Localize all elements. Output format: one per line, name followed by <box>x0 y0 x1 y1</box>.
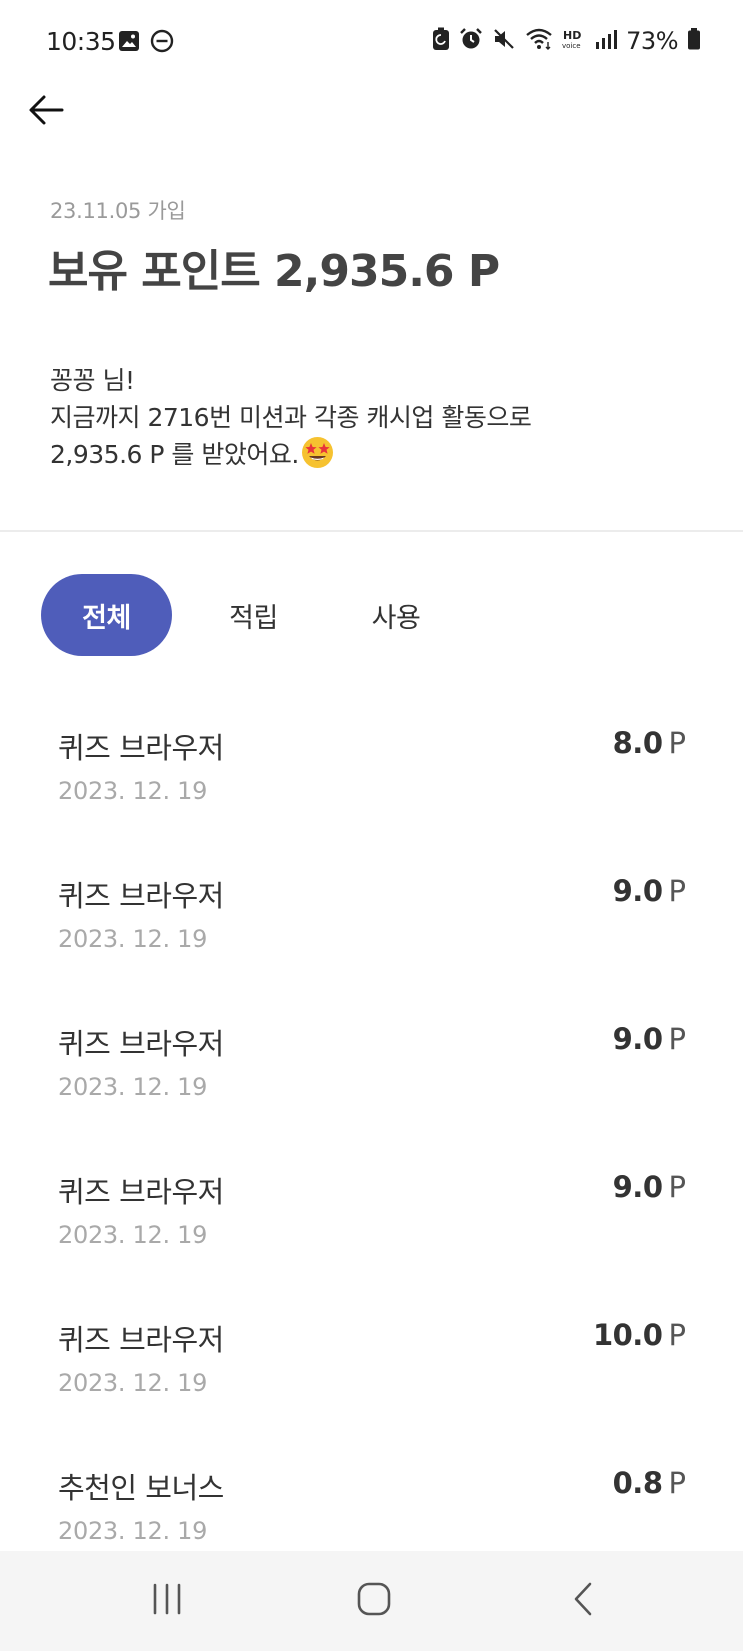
item-amount: 0.8 <box>612 1466 663 1500</box>
item-date: 2023. 12. 19 <box>58 925 208 953</box>
item-title: 퀴즈 브라우저 <box>58 1027 224 1061</box>
item-unit: P <box>668 1318 687 1352</box>
star-struck-emoji-icon <box>301 436 334 469</box>
item-amount: 9.0 <box>612 874 663 908</box>
filter-tabs: 전체 적립 사용 <box>41 574 457 656</box>
item-unit: P <box>668 1170 687 1204</box>
item-date: 2023. 12. 19 <box>58 1517 208 1545</box>
item-date: 2023. 12. 19 <box>58 1073 208 1101</box>
section-divider <box>0 530 743 532</box>
dnd-icon <box>150 29 174 57</box>
tab-used[interactable]: 사용 <box>335 574 457 656</box>
item-amount: 10.0 <box>592 1318 663 1352</box>
system-nav-bar <box>0 1551 743 1651</box>
list-item[interactable]: 퀴즈 브라우저 2023. 12. 19 10.0 P <box>0 1292 743 1440</box>
home-button[interactable] <box>344 1576 404 1626</box>
svg-text:voice: voice <box>562 42 581 50</box>
join-date: 23.11.05 가입 <box>50 199 186 223</box>
item-title: 퀴즈 브라우저 <box>58 1323 224 1357</box>
battery-icon <box>687 27 701 55</box>
item-title: 추천인 보너스 <box>58 1471 224 1505</box>
system-back-button[interactable] <box>553 1576 613 1626</box>
home-icon <box>356 1581 392 1621</box>
item-unit: P <box>668 874 687 908</box>
wifi-icon <box>525 27 553 55</box>
item-title: 퀴즈 브라우저 <box>58 1175 224 1209</box>
item-amount: 9.0 <box>612 1022 663 1056</box>
item-unit: P <box>668 726 687 760</box>
list-item[interactable]: 퀴즈 브라우저 2023. 12. 19 8.0 P <box>0 700 743 848</box>
back-button[interactable] <box>20 86 72 138</box>
intro-message: 꽁꽁 님! 지금까지 2716번 미션과 각종 캐시업 활동으로 2,935.6… <box>50 362 532 473</box>
item-unit: P <box>668 1022 687 1056</box>
status-bar: 10:35 HD voice 73% <box>0 0 743 86</box>
status-time: 10:35 <box>46 27 116 56</box>
item-date: 2023. 12. 19 <box>58 1369 208 1397</box>
item-title: 퀴즈 브라우저 <box>58 731 224 765</box>
signal-icon <box>595 28 618 54</box>
point-history-list: 퀴즈 브라우저 2023. 12. 19 8.0 P 퀴즈 브라우저 2023. … <box>0 700 743 1588</box>
tab-all[interactable]: 전체 <box>41 574 172 656</box>
intro-activity: 지금까지 2716번 미션과 각종 캐시업 활동으로 <box>50 403 532 432</box>
tab-earned[interactable]: 적립 <box>172 574 335 656</box>
battery-saver-icon <box>432 27 450 55</box>
list-item[interactable]: 퀴즈 브라우저 2023. 12. 19 9.0 P <box>0 996 743 1144</box>
list-item[interactable]: 퀴즈 브라우저 2023. 12. 19 9.0 P <box>0 848 743 996</box>
battery-percent: 73% <box>626 27 678 55</box>
chevron-left-icon <box>571 1581 595 1621</box>
hd-voice-icon: HD voice <box>562 27 586 55</box>
intro-greeting: 꽁꽁 님! <box>50 366 135 395</box>
item-date: 2023. 12. 19 <box>58 777 208 805</box>
arrow-left-icon <box>26 90 66 134</box>
item-title: 퀴즈 브라우저 <box>58 879 224 913</box>
list-item[interactable]: 퀴즈 브라우저 2023. 12. 19 9.0 P <box>0 1144 743 1292</box>
recent-apps-icon <box>149 1582 185 1620</box>
gallery-icon <box>118 30 140 56</box>
svg-text:HD: HD <box>563 29 581 42</box>
alarm-icon <box>459 27 483 55</box>
recent-apps-button[interactable] <box>137 1576 197 1626</box>
intro-points: 2,935.6 P 를 받았어요. <box>50 440 299 469</box>
mute-icon <box>492 27 516 55</box>
points-title: 보유 포인트 2,935.6 P <box>48 246 500 297</box>
item-unit: P <box>668 1466 687 1500</box>
item-amount: 8.0 <box>612 726 663 760</box>
item-amount: 9.0 <box>612 1170 663 1204</box>
item-date: 2023. 12. 19 <box>58 1221 208 1249</box>
